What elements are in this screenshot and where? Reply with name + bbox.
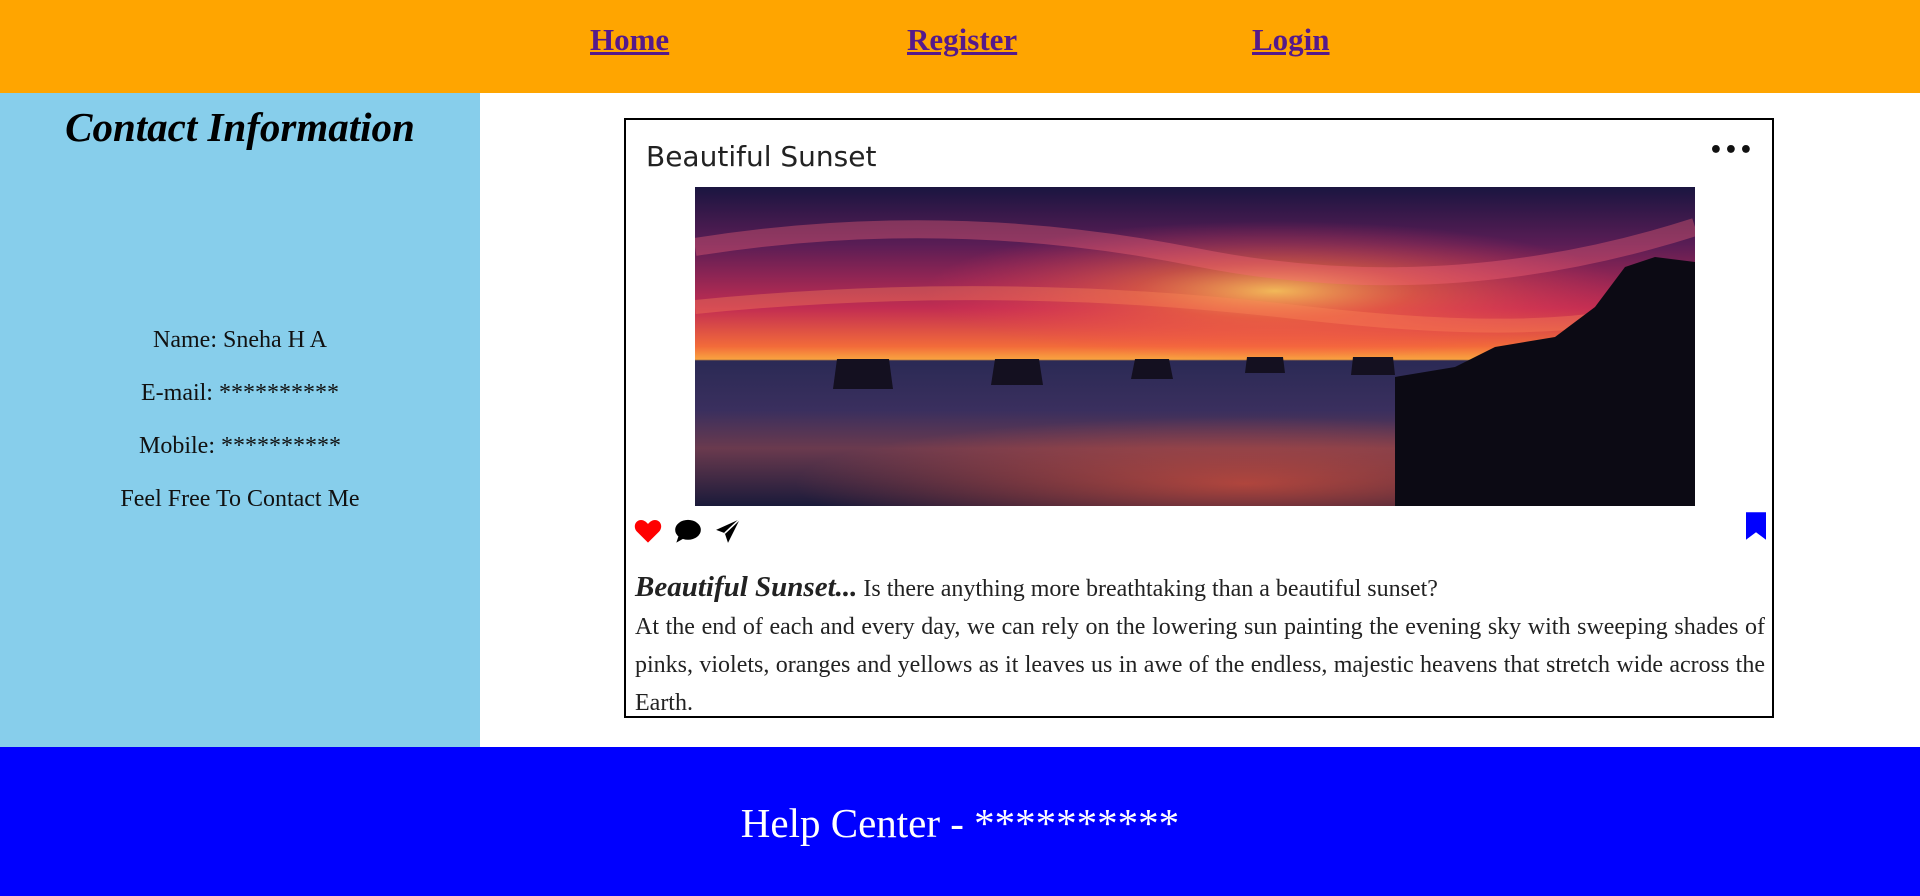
contact-title: Contact Information	[65, 104, 415, 150]
share-icon[interactable]	[714, 518, 742, 544]
contact-name: Name: Sneha H A	[153, 327, 327, 353]
contact-mobile: Mobile: **********	[139, 433, 341, 459]
comment-icon[interactable]	[674, 518, 702, 544]
heart-icon[interactable]	[634, 518, 662, 544]
post-image	[695, 187, 1695, 506]
top-nav: Home Register Login	[0, 0, 1920, 93]
nav-link-login[interactable]: Login	[1252, 22, 1330, 58]
nav-link-register[interactable]: Register	[907, 22, 1017, 58]
bookmark-icon[interactable]	[1746, 512, 1766, 545]
footer: Help Center - **********	[0, 747, 1920, 896]
contact-sidebar: Contact Information Name: Sneha H A E-ma…	[0, 93, 480, 747]
contact-email: E-mail: **********	[141, 380, 339, 406]
nav-link-home[interactable]: Home	[590, 22, 669, 58]
caption-lead: Beautiful Sunset...	[635, 571, 858, 603]
main-content: Beautiful Sunset ••• Beautiful Sunset...…	[480, 93, 1920, 747]
post-actions	[634, 518, 742, 544]
post-card: Beautiful Sunset ••• Beautiful Sunset...…	[624, 118, 1774, 718]
post-caption: Beautiful Sunset... Is there anything mo…	[635, 568, 1765, 722]
help-center-text: Help Center - **********	[740, 800, 1180, 846]
contact-note: Feel Free To Contact Me	[120, 486, 360, 512]
post-title: Beautiful Sunset	[646, 140, 877, 173]
ellipsis-icon[interactable]: •••	[1709, 138, 1754, 163]
caption-question: Is there anything more breathtaking than…	[857, 576, 1438, 602]
caption-body: At the end of each and every day, we can…	[635, 614, 1765, 716]
